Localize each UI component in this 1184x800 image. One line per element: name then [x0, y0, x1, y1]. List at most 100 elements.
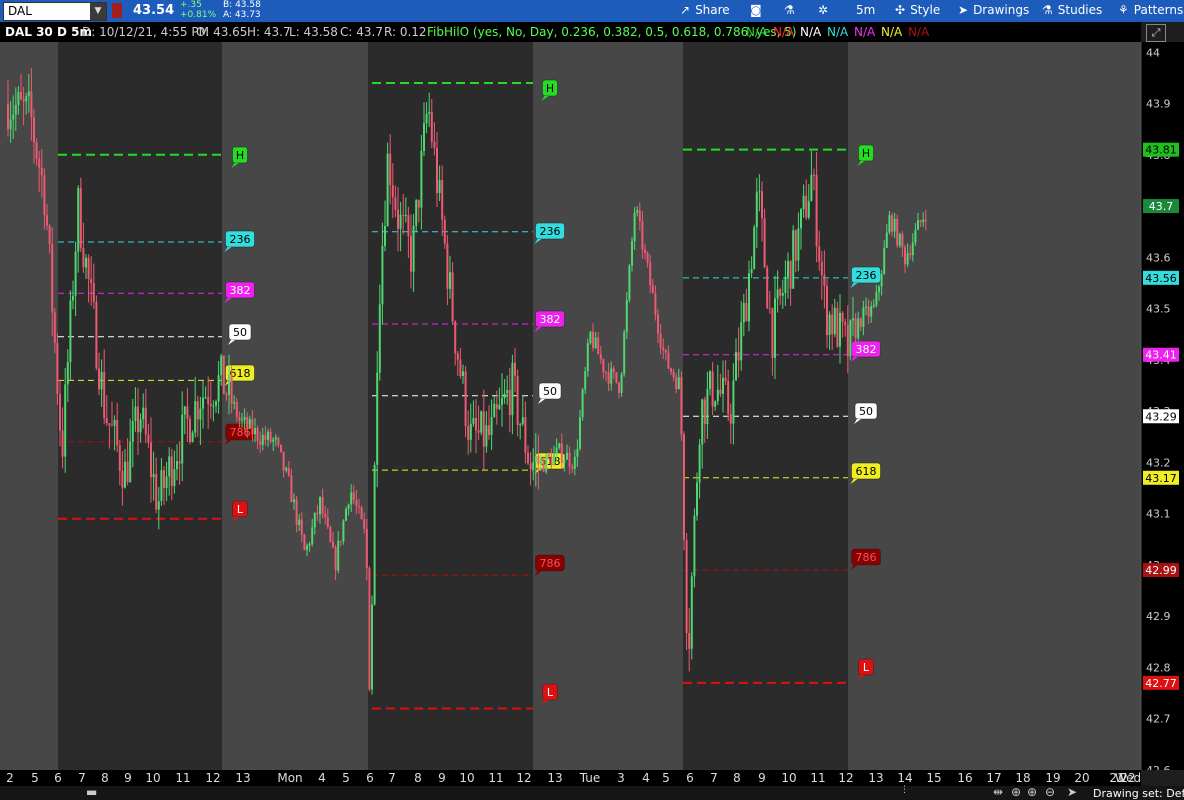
candle-body [25, 96, 28, 102]
candle-body [508, 390, 511, 416]
candle-body [355, 499, 358, 507]
candle-body [446, 243, 449, 289]
candle-body [737, 352, 740, 361]
symbol-input[interactable]: DAL ▼ [3, 2, 107, 21]
share-button[interactable]: ↗ Share [680, 3, 730, 17]
candle-body [66, 362, 69, 385]
bottom-bar: ▬ ⋮ ⇹ ⊕ ⊕ ⊖ ➤ Drawing set: Defau [0, 785, 1184, 800]
candle-body [433, 141, 436, 148]
candle-body [438, 180, 441, 194]
candle-body [696, 482, 698, 516]
zoom-out-icon[interactable]: ⊖ [1045, 785, 1055, 799]
candle-body [321, 497, 324, 515]
candle-body [828, 314, 831, 336]
y-tick-label: 43.2 [1146, 456, 1171, 469]
candle-body [248, 419, 251, 429]
candle-body [9, 119, 12, 130]
timeframe-button[interactable]: 5m [856, 3, 875, 17]
patterns-label: Patterns [1133, 3, 1184, 17]
candle-body [917, 220, 919, 230]
candle-body [449, 272, 451, 289]
chart-description[interactable]: DAL 30 D 5m [5, 25, 92, 39]
price-chart[interactable]: 4443.943.843.743.643.543.443.343.243.143… [0, 42, 1184, 770]
price-tag-label: 42.99 [1145, 564, 1177, 577]
candle-body [618, 382, 620, 393]
zoom-in-icon[interactable]: ⊕ [1027, 785, 1037, 799]
drag-handle-icon[interactable]: ▬ [86, 785, 97, 799]
candle-body [667, 352, 670, 369]
candle-body [631, 240, 633, 266]
candle-body [92, 283, 95, 302]
price-tag-label: 43.41 [1145, 349, 1177, 362]
candle-body [854, 318, 857, 339]
candle-body [490, 417, 493, 435]
candle-body [467, 426, 470, 440]
pan-icon[interactable]: ⇹ [993, 785, 1003, 799]
candle-body [711, 371, 714, 407]
candle-body [823, 274, 826, 286]
candle-body [690, 576, 693, 649]
candle-body [654, 293, 657, 315]
candle-body [324, 514, 327, 518]
price-tag: 43.17 [1143, 470, 1179, 485]
candle-body [235, 401, 238, 418]
pct-change: +0.81% [180, 10, 217, 20]
fib-bubble-label: L [863, 661, 870, 674]
candle-body [592, 331, 594, 348]
symbol-text: DAL [8, 4, 32, 18]
candle-body [199, 408, 202, 420]
share-icon: ↗ [680, 3, 691, 17]
y-tick-label: 43.6 [1146, 251, 1171, 264]
candle-body [410, 235, 412, 272]
candle-body [316, 512, 319, 515]
candle-body [425, 113, 428, 124]
candle-body [134, 406, 137, 422]
candle-body [194, 401, 197, 433]
candle-body [196, 401, 199, 420]
crosshair-icon[interactable]: ⊕ [1011, 785, 1021, 799]
candle-body [755, 192, 758, 228]
study-label[interactable]: FibHilO (yes, No, Day, 0.236, 0.382, 0.5… [427, 25, 797, 39]
flask-button[interactable]: ⚗ [784, 3, 800, 17]
fib-bubble-label: 50 [543, 385, 557, 398]
snapshot-button[interactable]: ◙ [750, 3, 767, 17]
pointer-icon[interactable]: ➤ [1067, 785, 1077, 799]
drawings-button[interactable]: ➤ Drawings [958, 3, 1029, 17]
fib-bubble-label: 236 [540, 225, 561, 238]
x-tick-label: 6 [54, 771, 62, 785]
candle-body [719, 389, 722, 394]
drawing-set-label[interactable]: Drawing set: Defau [1093, 787, 1184, 800]
candle-body [280, 444, 282, 452]
settings-button[interactable]: ✲ [818, 3, 833, 17]
x-tick-label: Mon [277, 771, 303, 785]
fib-bubble-label: 382 [230, 284, 251, 297]
candle-body [339, 540, 342, 542]
studies-button[interactable]: ⚗ Studies [1042, 3, 1102, 17]
x-tick-label: 6 [686, 771, 694, 785]
x-tick-label: 5 [342, 771, 350, 785]
time-axis: 2 5 6 7 8 9 10 11 12 13 Mon 4 5 6 7 8 9 10 11 12 13 Tue 3 4 5 6 7 8… [0, 770, 1141, 786]
style-button[interactable]: ✣ Style [895, 3, 940, 17]
expand-icon[interactable]: ⤢ [1146, 24, 1166, 42]
scroll-handle-icon[interactable]: ⋮ [900, 785, 909, 795]
candle-body [277, 437, 280, 445]
candle-body [683, 434, 685, 541]
symbol-dropdown-icon[interactable]: ▼ [90, 3, 106, 20]
patterns-button[interactable]: ⚘ Patterns [1118, 3, 1183, 17]
candle-body [833, 307, 836, 335]
price-tag-label: 43.29 [1145, 410, 1177, 423]
candle-body [209, 403, 212, 407]
candle-body [358, 506, 360, 508]
candle-body [103, 371, 106, 419]
candle-body [165, 476, 168, 489]
price-tag: 42.99 [1143, 563, 1179, 578]
flag-icon[interactable] [112, 3, 122, 18]
candle-body [233, 401, 236, 404]
candle-body [191, 432, 194, 443]
candle-body [360, 507, 363, 519]
candle-body [326, 517, 329, 528]
candle-body [332, 541, 334, 548]
candle-body [602, 359, 605, 373]
candle-body [740, 322, 743, 361]
candle-body [306, 545, 308, 551]
